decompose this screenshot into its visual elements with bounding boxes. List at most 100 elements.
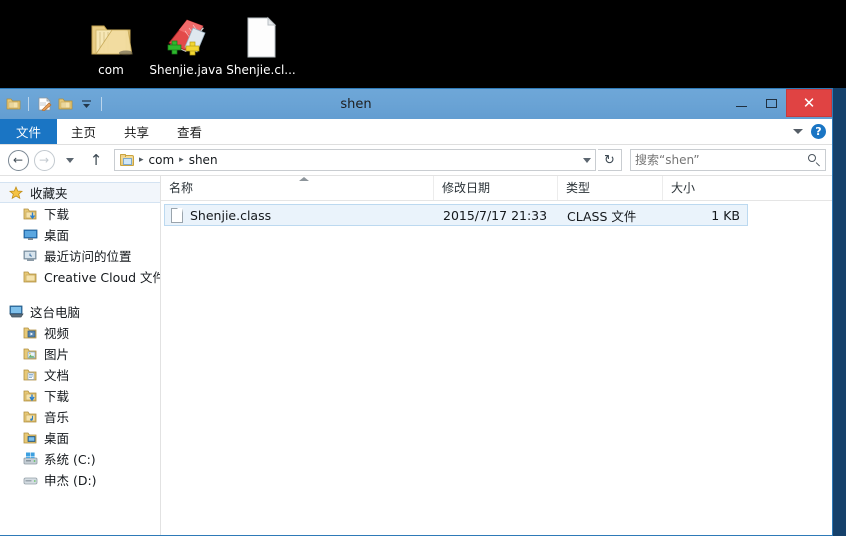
sidebar-item-label: 文档 <box>44 368 70 383</box>
desktop-background[interactable]: com Shenjie.java Shenjie.cl... <box>0 0 846 88</box>
sidebar-item-creative-cloud-files[interactable]: Creative Cloud 文件 <box>0 266 160 287</box>
desktop-icon-com[interactable]: com <box>68 8 154 77</box>
desktop-icon-label: Shenjie.cl... <box>226 63 296 77</box>
desktop-icon-label: com <box>98 63 124 77</box>
sort-ascending-icon <box>299 177 309 181</box>
sidebar-item-label: 系统 (C:) <box>44 452 96 467</box>
file-explorer-window: shen ✕ 文件 主页 共享 查看 ? ← → ↑ ▸ com ▸ shen … <box>0 88 833 536</box>
tab-view[interactable]: 查看 <box>163 119 216 144</box>
qat-separator-2 <box>101 97 102 111</box>
file-date-cell: 2015/7/17 21:33 <box>443 207 548 223</box>
back-button[interactable]: ← <box>6 148 30 172</box>
title-bar[interactable]: shen ✕ <box>0 89 832 119</box>
breadcrumb-separator: ▸ <box>139 155 144 165</box>
sidebar-item-label: 下载 <box>44 207 70 222</box>
ribbon-right-controls[interactable]: ? <box>793 119 826 144</box>
sidebar-item-system-drive-c[interactable]: 系统 (C:) <box>0 448 160 469</box>
breadcrumb-item-com[interactable]: com <box>146 153 178 167</box>
system-drive-icon <box>22 451 38 467</box>
file-name-label: Shenjie.class <box>190 207 272 223</box>
blank-document-icon <box>218 8 304 60</box>
documents-folder-icon <box>22 367 38 383</box>
tab-share[interactable]: 共享 <box>110 119 163 144</box>
breadcrumb-separator-2: ▸ <box>179 155 184 165</box>
up-button[interactable]: ↑ <box>84 148 108 172</box>
folder-glyph <box>119 153 135 167</box>
tab-file[interactable]: 文件 <box>0 119 58 144</box>
sidebar-item-label: Creative Cloud 文件 <box>44 270 161 285</box>
chevron-down-icon[interactable] <box>793 129 803 134</box>
search-icon[interactable] <box>808 153 821 167</box>
column-header-type[interactable]: 类型 <box>558 176 663 200</box>
sidebar-item-drive-d[interactable]: 申杰 (D:) <box>0 469 160 490</box>
window-body: 收藏夹 下载 桌面 最近访问的位置 Creative Cloud 文件 这台电脑… <box>0 175 832 535</box>
desktop-icon-shenjie-class[interactable]: Shenjie.cl... <box>218 8 304 77</box>
screen: com Shenjie.java Shenjie.cl... shen ✕ 文件… <box>0 0 846 536</box>
search-input[interactable] <box>635 153 808 167</box>
videos-folder-icon <box>22 325 38 341</box>
ribbon-tab-bar[interactable]: 文件 主页 共享 查看 ? <box>0 119 832 145</box>
sidebar-item-documents[interactable]: 文档 <box>0 364 160 385</box>
breadcrumb[interactable]: ▸ com ▸ shen <box>114 149 596 171</box>
desktop-icon-label: Shenjie.java <box>149 63 223 77</box>
minimize-button[interactable] <box>726 89 756 117</box>
sidebar-item-label: 桌面 <box>44 228 70 243</box>
sidebar-item-downloads[interactable]: 下载 <box>0 203 160 224</box>
recent-locations-button[interactable] <box>58 148 82 172</box>
up-arrow-icon: ↑ <box>89 151 103 169</box>
folder-icon <box>22 269 38 285</box>
quick-access-toolbar[interactable] <box>0 93 105 115</box>
window-controls[interactable]: ✕ <box>726 89 832 117</box>
desktop-right-strip[interactable] <box>833 88 846 536</box>
sidebar-item-music[interactable]: 音乐 <box>0 406 160 427</box>
sidebar-item-recent-places[interactable]: 最近访问的位置 <box>0 245 160 266</box>
sidebar-item-desktop[interactable]: 桌面 <box>0 224 160 245</box>
maximize-button[interactable] <box>756 89 786 117</box>
sidebar-item-label: 申杰 (D:) <box>44 473 97 488</box>
sidebar-group-label: 这台电脑 <box>30 305 81 320</box>
sidebar-item-downloads-pc[interactable]: 下载 <box>0 385 160 406</box>
column-headers[interactable]: 名称 修改日期 类型 大小 <box>161 176 832 201</box>
sidebar-item-videos[interactable]: 视频 <box>0 322 160 343</box>
address-bar[interactable]: ← → ↑ ▸ com ▸ shen ↻ 搜索“shen” <box>0 145 832 175</box>
file-name-cell[interactable]: Shenjie.class <box>165 207 437 223</box>
forward-icon: → <box>33 149 55 171</box>
table-row[interactable]: Shenjie.class 2015/7/17 21:33 CLASS 文件 1… <box>164 204 748 226</box>
sidebar-item-label: 下载 <box>44 389 70 404</box>
star-icon <box>8 185 24 201</box>
window-menu-folder-icon[interactable] <box>4 95 22 113</box>
column-header-date-modified[interactable]: 修改日期 <box>434 176 558 200</box>
column-header-name[interactable]: 名称 <box>161 176 434 200</box>
search-box[interactable] <box>630 149 826 171</box>
file-list-pane[interactable]: 名称 修改日期 类型 大小 Shenjie.class 2015/7/17 21… <box>161 176 832 535</box>
close-button[interactable]: ✕ <box>786 89 832 117</box>
help-icon[interactable]: ? <box>811 124 826 139</box>
sidebar-item-label: 最近访问的位置 <box>44 249 132 264</box>
sidebar-item-label: 音乐 <box>44 410 70 425</box>
qat-separator <box>28 97 29 111</box>
notepadpp-file-icon <box>143 8 229 60</box>
navigation-pane[interactable]: 收藏夹 下载 桌面 最近访问的位置 Creative Cloud 文件 这台电脑… <box>0 176 161 535</box>
music-folder-icon <box>22 409 38 425</box>
new-folder-icon[interactable] <box>56 95 74 113</box>
close-icon: ✕ <box>802 93 816 112</box>
properties-icon[interactable] <box>35 95 53 113</box>
sidebar-item-label: 图片 <box>44 347 70 362</box>
sidebar-item-pictures[interactable]: 图片 <box>0 343 160 364</box>
sidebar-item-label: 桌面 <box>44 431 70 446</box>
downloads-folder-icon <box>22 388 38 404</box>
customize-qat-dropdown-icon[interactable] <box>77 95 95 113</box>
minimize-icon <box>735 105 747 107</box>
column-header-size[interactable]: 大小 <box>663 176 757 200</box>
breadcrumb-item-shen[interactable]: shen <box>186 153 221 167</box>
sidebar-item-desktop-pc[interactable]: 桌面 <box>0 427 160 448</box>
chevron-down-icon <box>66 157 74 163</box>
refresh-button[interactable]: ↻ <box>598 149 622 171</box>
forward-button[interactable]: → <box>32 148 56 172</box>
sidebar-group-favorites[interactable]: 收藏夹 <box>0 182 160 203</box>
sidebar-group-this-pc[interactable]: 这台电脑 <box>0 301 160 322</box>
desktop-icon-shenjie-java[interactable]: Shenjie.java <box>143 8 229 77</box>
tab-home[interactable]: 主页 <box>57 119 110 144</box>
breadcrumb-dropdown-icon[interactable] <box>583 157 591 163</box>
